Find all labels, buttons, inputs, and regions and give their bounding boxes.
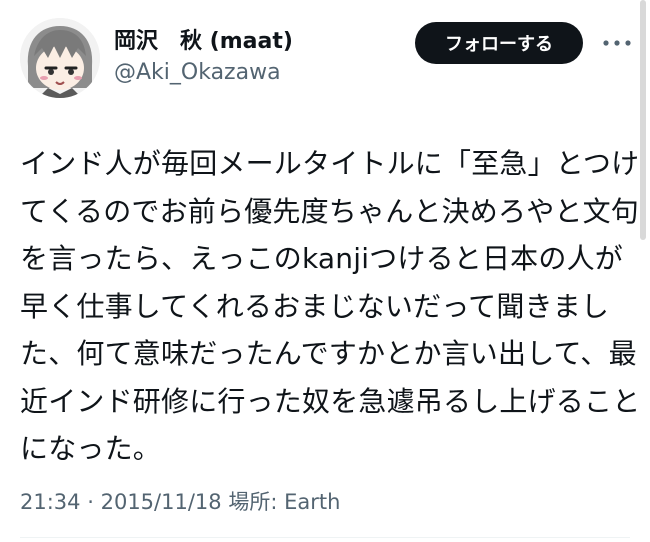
tweet-line: 近インド研修に行った奴を急遽吊るし上げること <box>20 384 641 418</box>
tweet-text: インド人が毎回メールタイトルに「至急」とつけ てくるのでお前ら優先度ちゃんと決め… <box>20 140 641 473</box>
tweet-line: インド人が毎回メールタイトルに「至急」とつけ <box>20 147 640 180</box>
location-label: 場所: <box>228 490 278 514</box>
user-handle[interactable]: @Aki_Okazawa <box>114 59 293 87</box>
tweet-line: を言ったら、えっこのkanjiつけると日本の人が <box>20 242 623 275</box>
more-dots-icon[interactable] <box>600 31 634 55</box>
tweet-line: になった。 <box>20 432 162 465</box>
tweet-line: 早く仕事してくれるおまじないだって聞きまし <box>20 289 610 323</box>
author-names: 岡沢 秋 (maat) @Aki_Okazawa <box>114 28 293 87</box>
tweet-meta: 21:34 · 2015/11/18 場所: Earth <box>20 488 340 516</box>
tweet-header: 岡沢 秋 (maat) @Aki_Okazawa フォローする <box>20 18 635 98</box>
follow-button[interactable]: フォローする <box>415 22 583 64</box>
anime-character-avatar-icon <box>20 18 100 98</box>
meta-separator: · <box>87 490 94 514</box>
divider <box>20 537 630 538</box>
scrollbar[interactable] <box>640 0 646 240</box>
avatar[interactable] <box>20 18 100 98</box>
location-value[interactable]: Earth <box>284 490 340 514</box>
tweet-line: た、何て意味だったんですかとか言い出して、最 <box>20 337 637 370</box>
display-name[interactable]: 岡沢 秋 (maat) <box>114 28 293 56</box>
tweet-time[interactable]: 21:34 <box>20 490 81 514</box>
tweet-line: てくるのでお前ら優先度ちゃんと決めろやと文句 <box>20 194 640 228</box>
tweet-date[interactable]: 2015/11/18 <box>101 490 222 514</box>
